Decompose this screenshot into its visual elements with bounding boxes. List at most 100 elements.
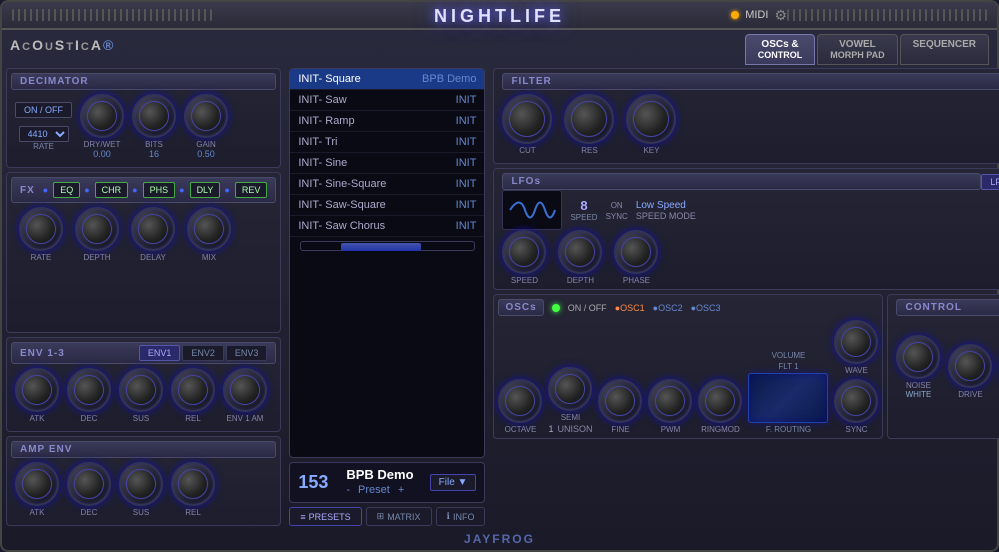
lfo-phase-knob[interactable] xyxy=(614,230,658,274)
osc1-tab[interactable]: ●OSC1 xyxy=(615,303,645,313)
noise-label: NOISE xyxy=(906,381,931,390)
osc-wave-label: WAVE xyxy=(845,366,868,375)
dry-wet-knob[interactable] xyxy=(80,94,124,138)
res-label: RES xyxy=(581,146,597,155)
list-item[interactable]: INIT- Tri INIT xyxy=(290,132,484,153)
logo-text: ACOUSTICA® xyxy=(10,34,115,55)
amp-atk-knob[interactable] xyxy=(15,462,59,506)
matrix-tab[interactable]: ⊞ MATRIX xyxy=(366,507,432,526)
fx-chr-btn[interactable]: CHR xyxy=(95,182,129,198)
fx-dly-btn[interactable]: DLY xyxy=(190,182,221,198)
lfo-depth-knob[interactable] xyxy=(558,230,602,274)
control-section: CONTROL NOISE WHITE DRIVE xyxy=(887,294,999,439)
env13-dec-knob[interactable] xyxy=(67,368,111,412)
noise-knob[interactable] xyxy=(896,335,940,379)
fx-rate-knob-group: RATE xyxy=(19,207,63,262)
preset-next-btn[interactable]: + xyxy=(398,484,404,496)
list-item[interactable]: INIT- Sine INIT xyxy=(290,153,484,174)
rate-select[interactable]: 44100 ▼ xyxy=(19,126,69,142)
bits-knob[interactable] xyxy=(132,94,176,138)
fx-eq-btn[interactable]: EQ xyxy=(53,182,80,198)
bottom-area: OSCs ON / OFF ●OSC1 ●OSC2 ●OSC3 OCTAVE xyxy=(493,294,999,439)
fx-mix-knob[interactable] xyxy=(187,207,231,251)
osc3-tab[interactable]: ●OSC3 xyxy=(691,303,721,313)
settings-icon[interactable]: ⚙ xyxy=(774,7,787,24)
osc-onoff-label: ON / OFF xyxy=(568,303,607,313)
lfo-sync-val: ON xyxy=(611,201,623,210)
osc-wave-knob-group: WAVE xyxy=(834,320,878,375)
fx-phs-btn[interactable]: PHS xyxy=(143,182,176,198)
decimator-onoff-btn[interactable]: ON / OFF xyxy=(15,102,72,118)
info-tab[interactable]: ℹ INFO xyxy=(436,507,486,526)
preset-scrollbar[interactable] xyxy=(300,241,475,251)
osc-pwm-knob[interactable] xyxy=(648,379,692,423)
osc-flt-label: FLT 1 xyxy=(778,362,798,371)
list-item[interactable]: INIT- Sine-Square INIT xyxy=(290,174,484,195)
env13-rel-knob[interactable] xyxy=(171,368,215,412)
osc-ringmod-knob[interactable] xyxy=(698,379,742,423)
file-btn[interactable]: File ▼ xyxy=(430,474,477,491)
env3-tab[interactable]: ENV3 xyxy=(226,345,268,361)
lfo-speed-knob-group: SPEED xyxy=(502,230,546,285)
presets-tab[interactable]: ≡ PRESETS xyxy=(289,507,361,526)
list-item[interactable]: INIT- Ramp INIT xyxy=(290,111,484,132)
lfo-speed-knob[interactable] xyxy=(502,230,546,274)
env1-tab[interactable]: ENV1 xyxy=(139,345,181,361)
tab-sequencer[interactable]: SEQUENCER xyxy=(900,34,989,65)
app-title: NIGHTLIFE xyxy=(434,6,565,27)
fx-mix-label: MIX xyxy=(202,253,216,262)
logo-area: ACOUSTICA® xyxy=(10,34,115,55)
fx-section: FX ● EQ ● CHR ● PHS ● DLY ● REV xyxy=(6,172,281,333)
rate-group: 44100 ▼ RATE xyxy=(19,124,69,151)
key-knob[interactable] xyxy=(626,94,676,144)
res-knob[interactable] xyxy=(564,94,614,144)
osc-label: OSCs xyxy=(498,299,543,316)
dry-wet-label: DRY/WET xyxy=(84,140,121,149)
list-item[interactable]: INIT- Saw Chorus INIT xyxy=(290,216,484,237)
decimator-header: DECIMATOR xyxy=(11,73,276,90)
list-item[interactable]: INIT- Square BPB Demo xyxy=(290,69,484,90)
fx-rate-label: RATE xyxy=(31,253,52,262)
amp-rel-knob[interactable] xyxy=(171,462,215,506)
env13-am-knob[interactable] xyxy=(223,368,267,412)
fx-delay-knob[interactable] xyxy=(131,207,175,251)
amp-sus-knob[interactable] xyxy=(119,462,163,506)
decimator-section: DECIMATOR ON / OFF 44100 ▼ RATE xyxy=(6,68,281,168)
lfo-phase-label: PHASE xyxy=(623,276,650,285)
list-item[interactable]: INIT- Saw INIT xyxy=(290,90,484,111)
tab-vowel-morph[interactable]: VOWEL MORPH PAD xyxy=(817,34,897,65)
lfo-speed-label: SPEED xyxy=(570,213,597,222)
amp-dec-knob[interactable] xyxy=(67,462,111,506)
lfo-sync-group: ON SYNC xyxy=(606,199,628,221)
lfo-speed-knob-label: SPEED xyxy=(511,276,538,285)
preset-list[interactable]: INIT- Square BPB Demo INIT- Saw INIT INI… xyxy=(289,68,485,458)
env13-sus-knob[interactable] xyxy=(119,368,163,412)
list-item[interactable]: INIT- Saw-Square INIT xyxy=(290,195,484,216)
osc2-tab[interactable]: ●OSC2 xyxy=(653,303,683,313)
cut-knob[interactable] xyxy=(502,94,552,144)
volume-display-group: VOLUME FLT 1 F. ROUTING xyxy=(748,351,828,434)
key-knob-group: KEY xyxy=(626,94,676,155)
osc-wave-knob[interactable] xyxy=(834,320,878,364)
osc-fine-knob[interactable] xyxy=(598,379,642,423)
filter-knobs-row: CUT RES KEY SVF Lowpass FILTERMODE xyxy=(502,90,999,159)
gain-knob[interactable] xyxy=(184,94,228,138)
control-header: CONTROL xyxy=(896,299,999,316)
preset-prev-btn[interactable]: - xyxy=(346,484,350,496)
lfo1-tab[interactable]: LFO1 xyxy=(981,174,999,190)
fx-rate-knob[interactable] xyxy=(19,207,63,251)
drive-knob[interactable] xyxy=(948,344,992,388)
semi-unison-group: SEMI 1 UNISON xyxy=(548,367,592,434)
wave-group: WAVE SYNC xyxy=(834,320,878,434)
osc-sync-knob[interactable] xyxy=(834,379,878,423)
fx-rev-btn[interactable]: REV xyxy=(235,182,268,198)
bottom-brand: JAYFROG xyxy=(464,532,535,546)
osc-semi-knob[interactable] xyxy=(548,367,592,411)
env13-atk-knob[interactable] xyxy=(15,368,59,412)
fx-depth-knob[interactable] xyxy=(75,207,119,251)
cut-label: CUT xyxy=(519,146,535,155)
env2-tab[interactable]: ENV2 xyxy=(182,345,224,361)
lfo-wave-display xyxy=(502,190,562,230)
osc-octave-knob[interactable] xyxy=(498,379,542,423)
tab-oscs-control[interactable]: OSCs & CONTROL xyxy=(745,34,816,65)
